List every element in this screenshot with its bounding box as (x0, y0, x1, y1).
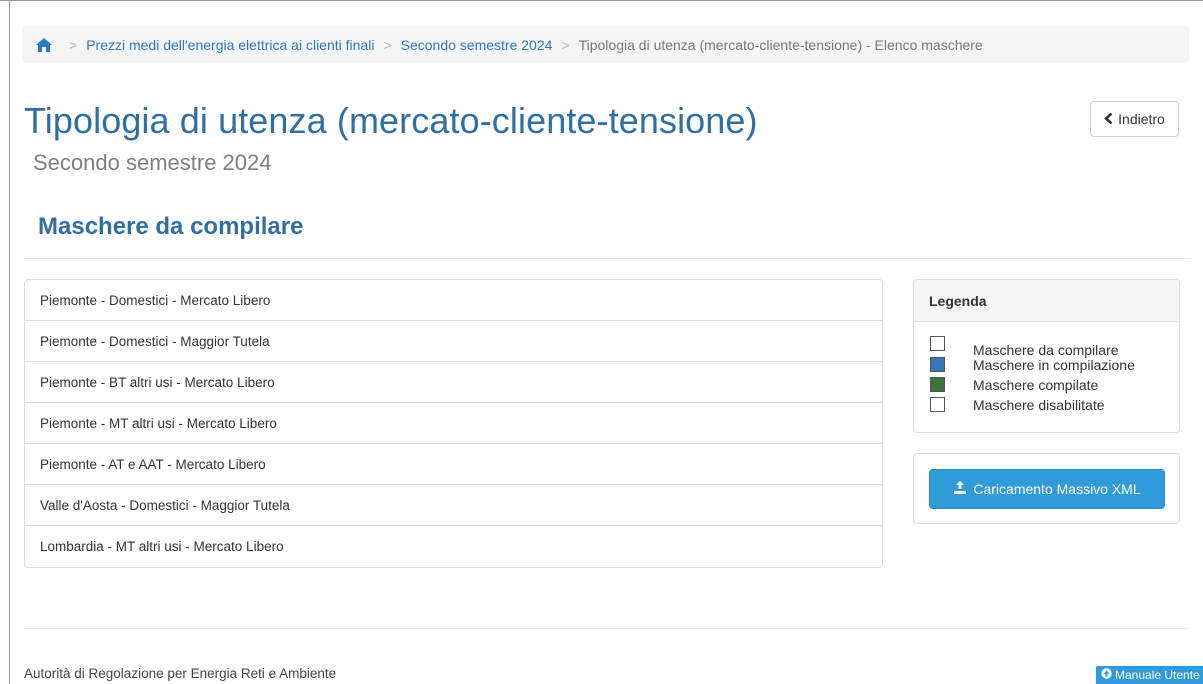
legend-swatch-in-compilazione (930, 357, 945, 372)
divider (24, 258, 1189, 259)
back-button-label: Indietro (1118, 111, 1165, 127)
legend-label: Maschere disabilitate (973, 397, 1105, 413)
mask-item[interactable]: Piemonte - Domestici - Mercato Libero (25, 280, 882, 321)
legend-item: Maschere in compilazione (930, 357, 1179, 377)
legend-item: Maschere da compilare (930, 336, 1179, 358)
legend-swatch-da-compilare (930, 336, 945, 351)
upload-icon (953, 481, 967, 497)
breadcrumb-link-semestre[interactable]: Secondo semestre 2024 (401, 37, 553, 53)
legend-label: Maschere compilate (973, 377, 1099, 393)
mask-item[interactable]: Lombardia - MT altri usi - Mercato Liber… (25, 526, 882, 567)
window-frame-left (9, 0, 10, 684)
breadcrumb-current: Tipologia di utenza (mercato-cliente-ten… (578, 36, 983, 53)
legend-title: Legenda (914, 280, 1179, 322)
footer-text: Autorità di Regolazione per Energia Reti… (24, 666, 337, 681)
upload-panel: Caricamento Massivo XML (913, 453, 1180, 524)
mask-item[interactable]: Piemonte - AT e AAT - Mercato Libero (25, 444, 882, 485)
breadcrumb-separator: > (69, 36, 78, 53)
upload-button-label: Caricamento Massivo XML (973, 481, 1141, 497)
legend-swatch-compilate (930, 377, 945, 392)
window-frame-top (0, 0, 1203, 1)
mask-item[interactable]: Piemonte - MT altri usi - Mercato Libero (25, 403, 882, 444)
mask-item[interactable]: Valle d'Aosta - Domestici - Maggior Tute… (25, 485, 882, 526)
legend-label: Maschere in compilazione (973, 357, 1135, 373)
circle-arrow-up-icon (1101, 668, 1112, 682)
legend-label: Maschere da compilare (973, 342, 1119, 358)
mask-item[interactable]: Piemonte - Domestici - Maggior Tutela (25, 321, 882, 362)
user-manual-button[interactable]: Manuale Utente (1096, 666, 1203, 684)
chevron-left-icon (1104, 111, 1113, 127)
legend-item: Maschere disabilitate (930, 397, 1179, 417)
legend-swatch-disabilitate (930, 397, 945, 412)
mask-list: Piemonte - Domestici - Mercato Libero Pi… (24, 279, 883, 568)
back-button[interactable]: Indietro (1090, 101, 1179, 137)
footer-divider (24, 628, 1189, 629)
section-title: Maschere da compilare (38, 213, 304, 240)
mask-item[interactable]: Piemonte - BT altri usi - Mercato Libero (25, 362, 882, 403)
user-manual-label: Manuale Utente (1115, 668, 1200, 682)
bulk-xml-upload-button[interactable]: Caricamento Massivo XML (929, 469, 1165, 509)
breadcrumb: > Prezzi medi dell'energia elettrica ai … (22, 26, 1189, 63)
breadcrumb-separator: > (561, 36, 570, 53)
legend-item: Maschere compilate (930, 377, 1179, 397)
legend-panel: Legenda Maschere da compilare Maschere i… (913, 279, 1180, 433)
home-icon[interactable] (36, 37, 52, 52)
breadcrumb-separator: > (383, 36, 392, 53)
page-title: Tipologia di utenza (mercato-cliente-ten… (24, 100, 758, 141)
breadcrumb-link-prezzi-medi[interactable]: Prezzi medi dell'energia elettrica ai cl… (86, 37, 374, 53)
page-subtitle: Secondo semestre 2024 (33, 150, 272, 175)
legend-body: Maschere da compilare Maschere in compil… (914, 322, 1179, 417)
